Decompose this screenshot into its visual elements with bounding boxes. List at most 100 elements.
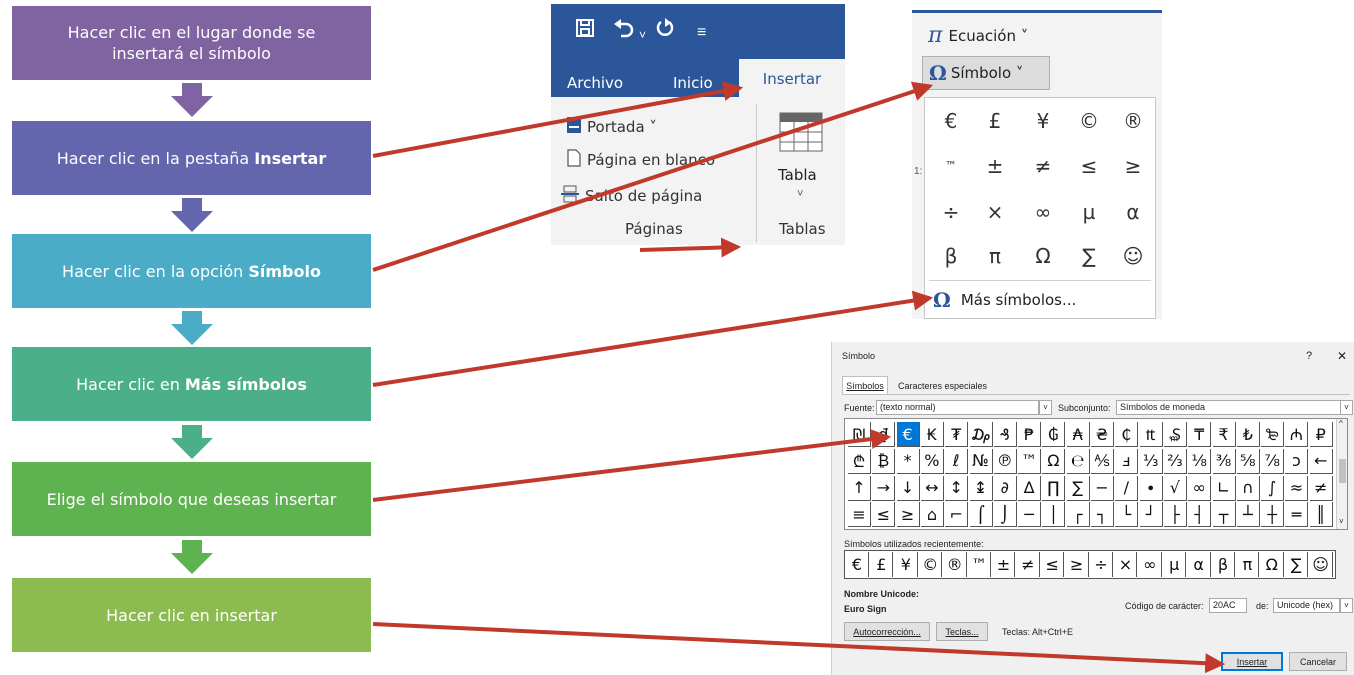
recent-symbol-cell[interactable]: © (919, 552, 943, 577)
symbol-grid-cell[interactable]: % (920, 448, 944, 474)
symbol-grid-cell[interactable]: ≈ (1285, 475, 1309, 501)
symbol-grid-cell[interactable]: ┌ (1066, 502, 1090, 528)
symbol-grid-cell[interactable]: ∟ (1212, 475, 1236, 501)
equation-button[interactable]: π Ecuación ˅ (928, 23, 1028, 48)
cancel-button[interactable]: Cancelar (1289, 652, 1347, 671)
recent-symbol-cell[interactable]: ® (944, 552, 967, 577)
symbol-grid-cell[interactable]: ┬ (1212, 502, 1236, 528)
recent-symbol-cell[interactable]: µ (1163, 552, 1187, 577)
symbol-grid-cell[interactable]: ₾ (848, 448, 871, 474)
recent-symbol-cell[interactable]: ≤ (1041, 552, 1065, 577)
symbol-grid-cell[interactable]: ⌐ (945, 502, 969, 528)
symbol-item[interactable]: Ω (1021, 236, 1065, 276)
scroll-thumb[interactable] (1339, 459, 1346, 483)
symbol-grid-cell[interactable]: ₸ (1188, 422, 1212, 447)
blank-page-button[interactable]: Página en blanco (567, 149, 715, 171)
symbol-item[interactable]: α (1111, 192, 1155, 232)
recent-symbol-cell[interactable]: ± (992, 552, 1016, 577)
symbol-grid-cell[interactable]: ₫ (872, 422, 896, 447)
symbol-grid-cell[interactable]: ⅝ (1236, 448, 1260, 474)
autocorrect-button[interactable]: Autocorrección... (844, 622, 930, 641)
recent-symbol-cell[interactable]: β (1212, 552, 1235, 577)
symbol-grid-cell[interactable]: ↄ (1285, 448, 1309, 474)
symbol-grid-cell[interactable]: ─ (1018, 502, 1042, 528)
symbol-grid-cell[interactable]: ∂ (993, 475, 1017, 501)
symbol-grid-cell[interactable]: ⅞ (1261, 448, 1285, 474)
tab-simbolos[interactable]: Símbolos (842, 376, 888, 394)
save-icon[interactable] (575, 18, 595, 44)
help-button[interactable]: ? (1306, 350, 1312, 362)
keys-button[interactable]: Teclas... (936, 622, 988, 641)
symbol-grid-cell[interactable]: ⅎ (1115, 448, 1139, 474)
symbol-item[interactable]: ☺ (1111, 236, 1155, 276)
symbol-grid-cell[interactable]: ≡ (848, 502, 871, 528)
symbol-grid-cell[interactable]: ┤ (1188, 502, 1212, 528)
symbol-grid-cell[interactable]: ₹ (1212, 422, 1236, 447)
symbol-grid-cell[interactable]: ← (1309, 448, 1333, 474)
symbol-grid-cell[interactable]: ₶ (1139, 422, 1163, 447)
symbol-grid-cell[interactable]: ₲ (1042, 422, 1066, 447)
symbol-grid-cell[interactable]: ₳ (1066, 422, 1090, 447)
symbol-grid-cell[interactable]: № (969, 448, 993, 474)
recent-symbol-cell[interactable]: ∑ (1285, 552, 1309, 577)
insert-button[interactable]: Insertar (1221, 652, 1283, 671)
symbol-item[interactable]: µ (1067, 192, 1111, 232)
page-break-button[interactable]: Salto de página (561, 185, 702, 207)
symbol-grid-cell[interactable]: € (896, 422, 920, 447)
recent-symbol-cell[interactable]: € (846, 552, 869, 577)
symbol-grid-cell[interactable]: ↕ (945, 475, 969, 501)
redo-icon[interactable] (655, 18, 675, 44)
undo-icon[interactable] (613, 18, 635, 44)
recent-symbol-cell[interactable]: £ (870, 552, 894, 577)
symbol-grid-cell[interactable]: * (896, 448, 920, 474)
symbol-item[interactable]: ∑ (1067, 236, 1111, 276)
symbol-grid-cell[interactable]: ∙ (1139, 475, 1163, 501)
symbol-item[interactable]: ™ (929, 146, 973, 186)
symbol-grid-cell[interactable]: ₷ (1163, 422, 1187, 447)
recent-symbol-cell[interactable]: × (1114, 552, 1138, 577)
symbol-grid-cell[interactable]: ⅓ (1139, 448, 1163, 474)
symbol-grid-cell[interactable]: ⌠ (969, 502, 993, 528)
recent-symbol-cell[interactable]: π (1236, 552, 1260, 577)
symbol-grid-cell[interactable]: ₴ (1091, 422, 1114, 447)
font-dropdown-icon[interactable]: ˅ (1039, 400, 1052, 415)
recent-symbol-cell[interactable]: ÷ (1090, 552, 1113, 577)
symbol-item[interactable]: € (929, 101, 973, 141)
symbol-item[interactable]: © (1067, 101, 1111, 141)
symbol-grid-cell[interactable]: ≤ (872, 502, 896, 528)
symbol-grid-cell[interactable]: ║ (1309, 502, 1333, 528)
recent-symbol-cell[interactable]: ¥ (895, 552, 918, 577)
symbol-grid-cell[interactable]: ├ (1163, 502, 1187, 528)
symbol-grid-cell[interactable]: ┴ (1236, 502, 1260, 528)
symbol-button[interactable]: Ω Símbolo ˅ (922, 56, 1050, 90)
symbol-grid-cell[interactable]: − (1091, 475, 1114, 501)
symbol-grid-cell[interactable]: ↔ (920, 475, 944, 501)
symbol-grid-cell[interactable]: ═ (1285, 502, 1309, 528)
scroll-down-icon[interactable]: ˅ (1339, 517, 1344, 526)
char-code-input[interactable]: 20AC (1209, 598, 1247, 613)
symbol-grid-cell[interactable]: ∆ (1018, 475, 1042, 501)
symbol-grid-cell[interactable]: ⅔ (1163, 448, 1187, 474)
symbol-grid-cell[interactable]: ℮ (1066, 448, 1090, 474)
symbol-grid-cell[interactable]: ≥ (896, 502, 920, 528)
table-button[interactable]: Tabla ˅ (775, 112, 831, 208)
symbol-grid-cell[interactable]: → (872, 475, 896, 501)
symbol-grid-cell[interactable]: ↑ (848, 475, 871, 501)
symbol-item[interactable]: π (973, 236, 1017, 276)
symbol-grid-cell[interactable]: ∏ (1042, 475, 1066, 501)
symbol-item[interactable]: ÷ (929, 192, 973, 232)
symbol-grid-cell[interactable]: ↨ (969, 475, 993, 501)
symbol-grid-cell[interactable]: ₵ (1115, 422, 1139, 447)
symbol-grid-cell[interactable]: ∫ (1261, 475, 1285, 501)
more-symbols-button[interactable]: Ω Más símbolos... (933, 288, 1076, 312)
recent-symbol-cell[interactable]: ≠ (1017, 552, 1040, 577)
symbol-grid-cell[interactable]: ⌂ (920, 502, 944, 528)
symbol-grid-cell[interactable]: ⌡ (993, 502, 1017, 528)
symbol-item[interactable]: ± (973, 146, 1017, 186)
symbol-grid-cell[interactable]: └ (1115, 502, 1139, 528)
grid-scrollbar[interactable]: ^ ˅ (1336, 419, 1347, 529)
symbol-item[interactable]: ¥ (1021, 101, 1065, 141)
symbol-grid-cell[interactable]: ∑ (1066, 475, 1090, 501)
symbol-grid-cell[interactable]: ₮ (945, 422, 969, 447)
recent-symbol-cell[interactable]: ™ (968, 552, 991, 577)
